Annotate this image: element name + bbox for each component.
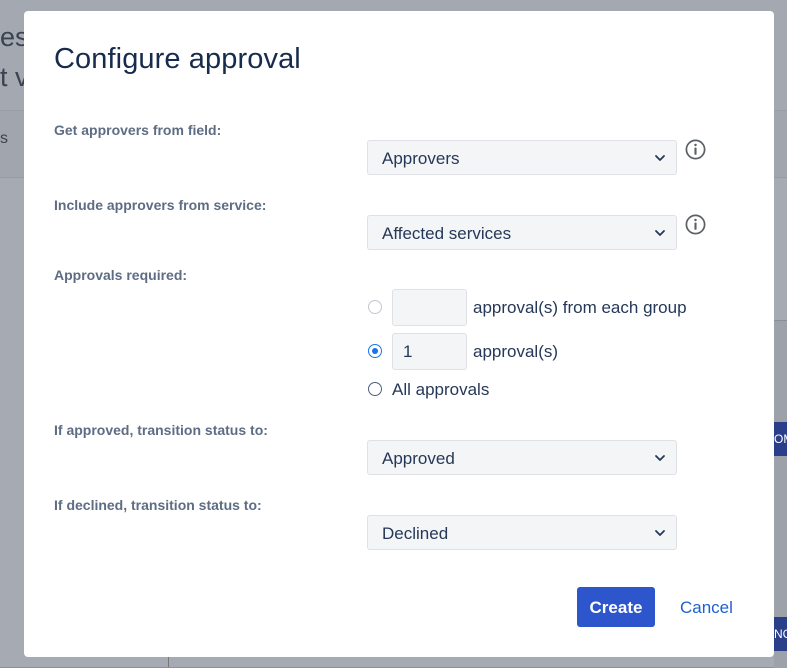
declined-status-value: Declined <box>382 524 449 543</box>
approvers-service-label: Include approvers from service: <box>54 197 267 213</box>
configure-approval-dialog: Configure approval Get approvers from fi… <box>24 11 774 657</box>
approvals-per-group-text: approval(s) from each group <box>473 298 687 317</box>
background-side-panel <box>774 320 787 668</box>
approvers-service-select[interactable]: Affected services <box>367 215 677 250</box>
approved-status-value: Approved <box>382 449 455 468</box>
chevron-down-icon <box>655 155 665 161</box>
all-approvals-radio[interactable] <box>368 382 382 396</box>
approvers-field-label: Get approvers from field: <box>54 122 222 138</box>
approvals-per-group-radio[interactable] <box>368 300 382 314</box>
dialog-title: Configure approval <box>54 43 301 75</box>
approved-status-label: If approved, transition status to: <box>54 422 268 438</box>
approved-status-select[interactable]: Approved <box>367 440 677 475</box>
background-badge: NC <box>774 617 787 651</box>
cancel-button[interactable]: Cancel <box>680 598 733 618</box>
info-icon[interactable] <box>684 213 707 236</box>
approvers-field-value: Approvers <box>382 149 460 168</box>
approvers-field-select[interactable]: Approvers <box>367 140 677 175</box>
background-tab-fragment: s <box>0 130 8 147</box>
approvals-count-radio[interactable] <box>368 344 382 358</box>
info-icon[interactable] <box>684 138 707 161</box>
chevron-down-icon <box>655 530 665 536</box>
create-button[interactable]: Create <box>577 587 655 627</box>
background-badge: OM <box>774 422 787 456</box>
declined-status-select[interactable]: Declined <box>367 515 677 550</box>
declined-status-label: If declined, transition status to: <box>54 497 262 513</box>
approvers-service-value: Affected services <box>382 224 512 243</box>
approvals-count-input[interactable]: 1 <box>392 333 467 370</box>
all-approvals-text: All approvals <box>392 380 490 399</box>
chevron-down-icon <box>655 455 665 461</box>
approvals-per-group-input[interactable] <box>392 289 467 326</box>
chevron-down-icon <box>655 230 665 236</box>
approvals-required-label: Approvals required: <box>54 267 188 283</box>
approvals-count-text: approval(s) <box>473 342 559 361</box>
